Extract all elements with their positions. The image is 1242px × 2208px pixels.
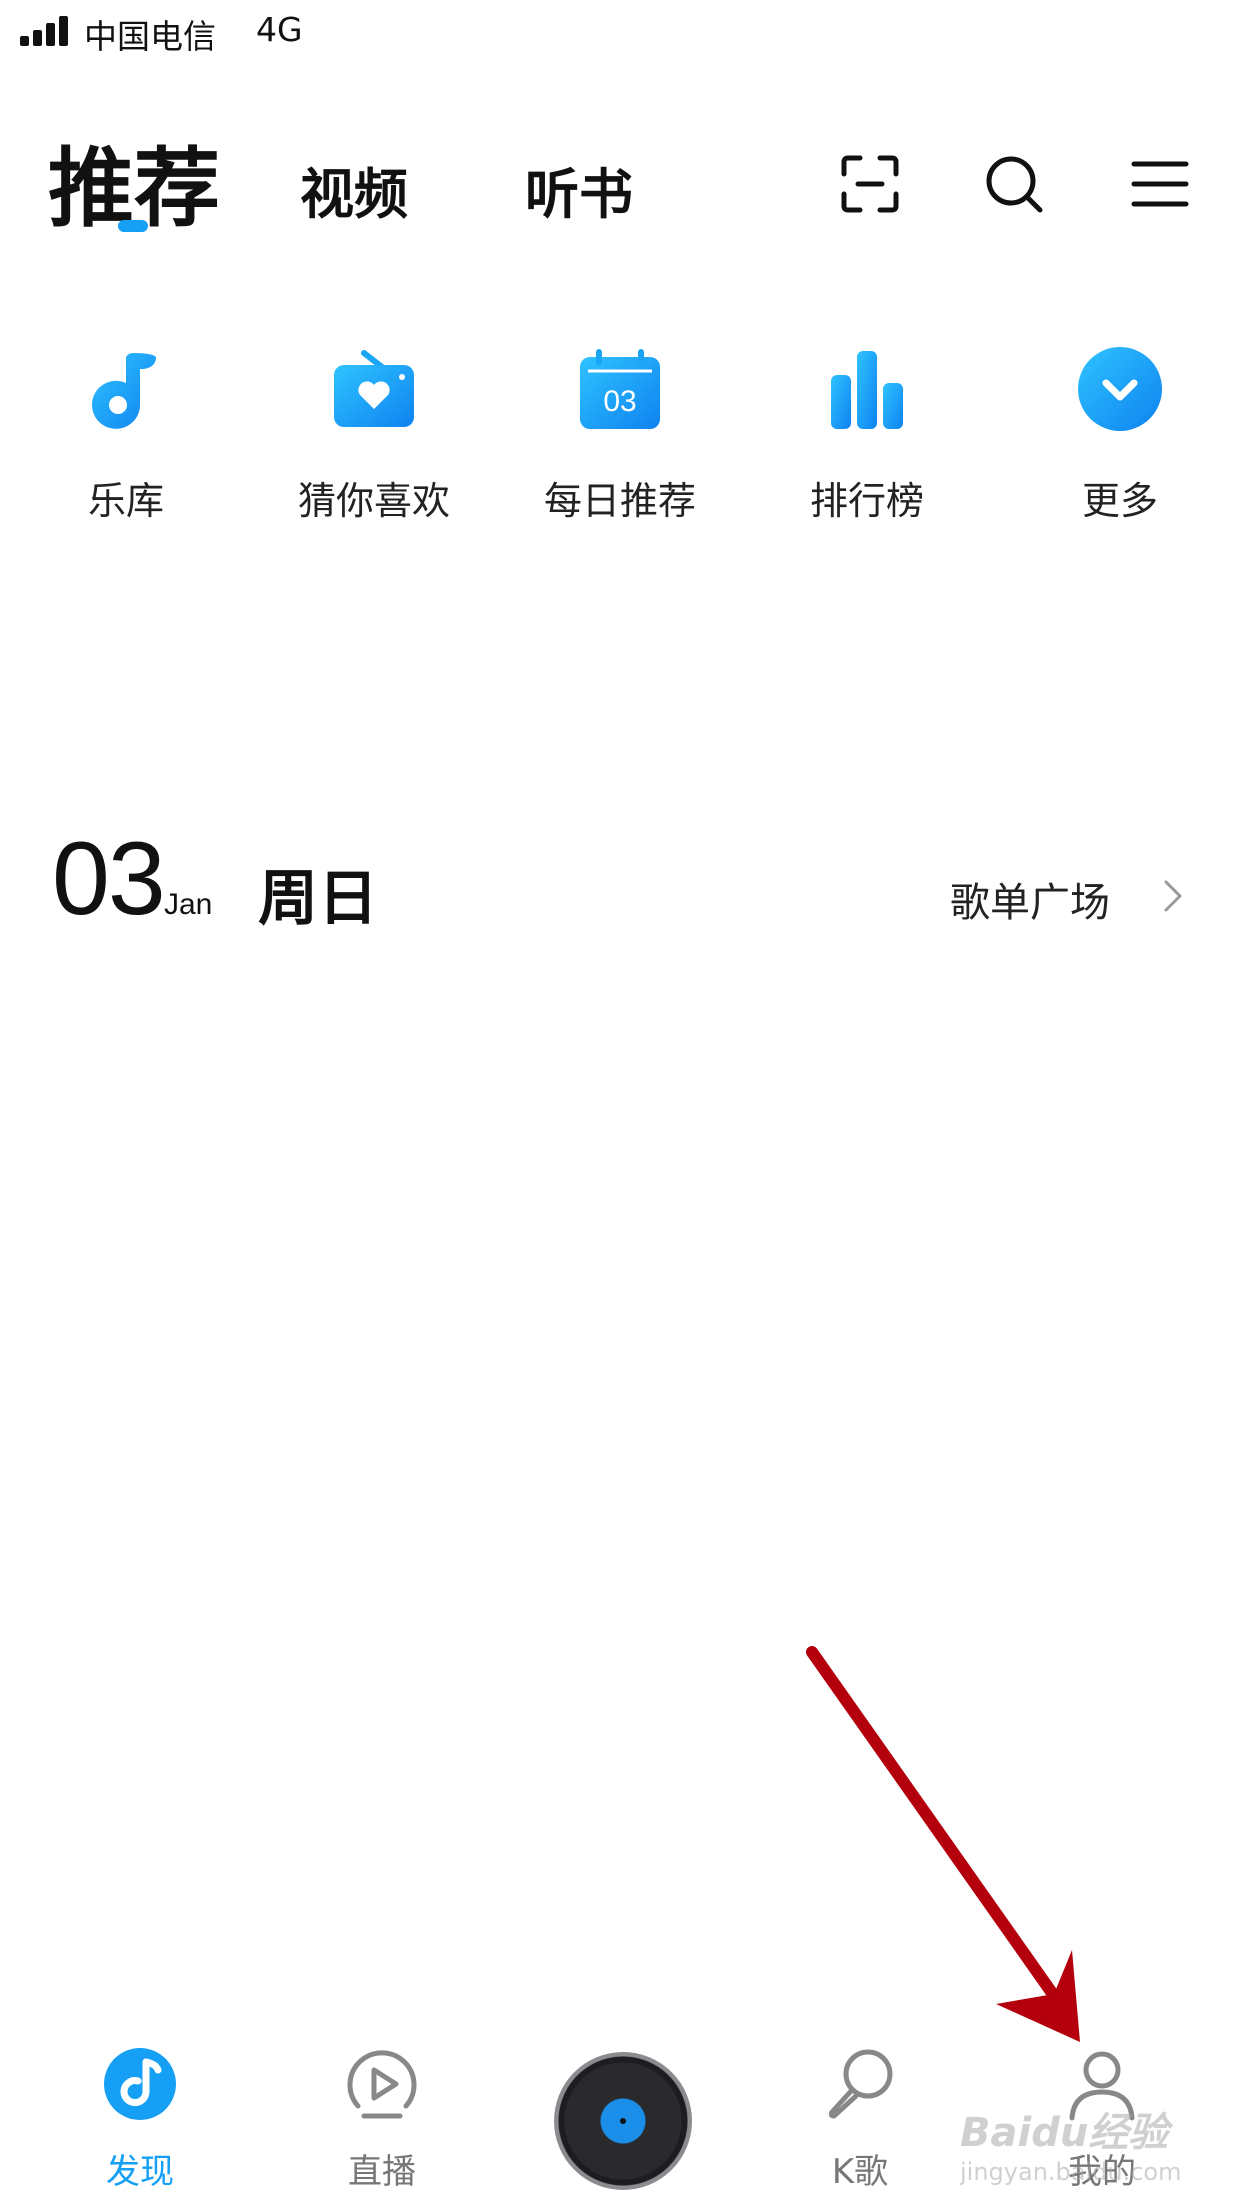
entry-label: 猜你喜欢 [297,479,450,523]
signal-strength-icon [20,16,72,46]
date-day: 03 [52,821,166,937]
entry-more[interactable]: 更多 [1010,345,1230,525]
date-month: Jan [164,888,213,921]
playlist-square-link[interactable]: 歌单广场 [950,870,1110,928]
nav-label: 发现 [106,2152,174,2192]
top-nav: 推荐 视频 听书 [0,100,1242,250]
menu-icon[interactable] [1128,152,1192,216]
nav-discover[interactable]: 发现 [40,2030,240,2208]
nav-label: K歌 [831,2152,889,2192]
microphone-icon [828,2049,893,2119]
carrier-name: 中国电信 [84,17,216,56]
tab-audiobook[interactable]: 听书 [525,150,633,229]
entry-label: 乐库 [87,479,164,523]
entry-music-library[interactable]: 乐库 [16,345,236,525]
entry-charts[interactable]: 排行榜 [757,345,977,525]
nav-live[interactable]: 直播 [282,2030,482,2208]
date-header: 03 Jan 周日 歌单广场 [0,820,1242,940]
live-play-icon [347,2050,417,2119]
nav-label: 直播 [348,2152,416,2192]
date-weekday: 周日 [258,864,378,934]
now-playing-disc-icon[interactable] [554,2052,692,2190]
disc-center [620,2118,626,2124]
search-icon[interactable] [982,152,1046,216]
discover-icon [104,2048,176,2120]
music-note-icon [92,353,156,429]
chart-bars-icon [831,351,903,429]
entry-label: 排行榜 [809,479,924,523]
network-type: 4G [256,10,303,49]
quick-entry-row: 乐库 猜你喜欢 03 每日推荐 排行榜 更多 [0,345,1242,525]
active-tab-indicator [118,220,148,232]
chevron-down-circle-icon [1078,347,1162,431]
radio-heart-icon [334,350,414,427]
entry-label: 每日推荐 [543,479,696,523]
watermark: Baidu经验 jingyan.baidu.com [960,2100,1200,2200]
nav-karaoke[interactable]: K歌 [760,2030,960,2208]
status-bar: 中国电信 4G [0,0,1242,60]
scan-icon[interactable] [838,152,902,216]
chevron-right-icon[interactable] [1160,876,1188,916]
annotation-arrow [806,1646,1080,2042]
watermark-url: jingyan.baidu.com [960,2158,1182,2186]
entry-label: 更多 [1081,479,1158,523]
watermark-brand: Baidu经验 [960,2110,1169,2156]
entry-daily-recommend[interactable]: 03 每日推荐 [510,345,730,525]
entry-guess-you-like[interactable]: 猜你喜欢 [264,345,484,525]
calendar-icon: 03 [580,349,660,429]
tab-video[interactable]: 视频 [300,150,408,229]
calendar-icon-text: 03 [603,385,636,418]
